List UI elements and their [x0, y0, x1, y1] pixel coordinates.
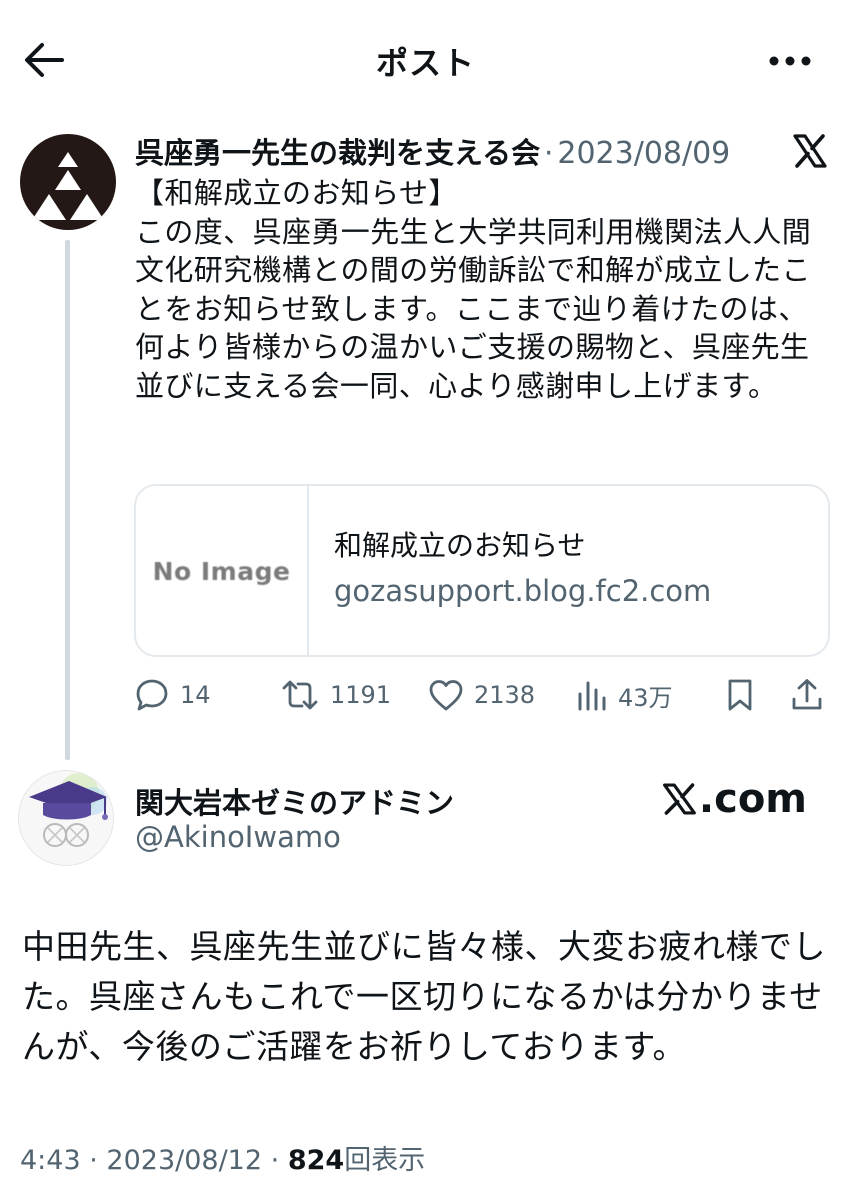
link-card[interactable]: No Image 和解成立のお知らせ gozasupport.blog.fc2.… [134, 484, 830, 657]
triangle-crest-icon [32, 152, 104, 220]
post-metadata: 4:43 · 2023/08/12 · 824回表示 [20, 1138, 425, 1177]
more-button[interactable] [766, 46, 814, 76]
reply-text: 中田先生、呉座先生並びに皆々様、大変お疲れ様でした。呉座さんもこれで一区切りにな… [22, 927, 826, 1066]
reply-author-handle[interactable]: @AkinoIwamo [135, 820, 341, 854]
repost-icon [282, 680, 318, 710]
view-label: 回表示 [344, 1145, 426, 1176]
like-count: 2138 [474, 681, 536, 709]
post-date[interactable]: 2023/08/12 [106, 1145, 262, 1176]
link-card-thumbnail: No Image [136, 486, 309, 655]
post-date[interactable]: 2023/08/09 [557, 136, 730, 171]
bookmark-button[interactable] [726, 672, 754, 718]
view-count: 43万 [618, 683, 673, 712]
like-button[interactable]: 2138 [428, 672, 535, 718]
avatar[interactable] [20, 134, 116, 230]
share-icon [792, 679, 822, 710]
x-logo-icon [663, 783, 696, 815]
link-card-title: 和解成立のお知らせ [334, 529, 586, 562]
bar-chart-icon [578, 681, 606, 711]
page-title: ポスト [375, 44, 475, 82]
reply-bubble-icon [136, 679, 168, 711]
post-time[interactable]: 4:43 [20, 1145, 81, 1176]
x-com-logo: .com [662, 776, 807, 822]
view-count: 824 [287, 1145, 345, 1176]
x-logo-icon [792, 133, 828, 169]
repost-button[interactable]: 1191 [280, 672, 391, 718]
x-com-label: .com [698, 776, 807, 822]
graduation-cap-logo-icon [19, 771, 113, 865]
repost-count: 1191 [330, 681, 392, 709]
share-button[interactable] [790, 672, 824, 718]
link-card-domain: gozasupport.blog.fc2.com [334, 574, 712, 608]
top-bar: ポスト [0, 0, 851, 120]
reply-button[interactable]: 14 [134, 672, 211, 718]
more-horizontal-icon [769, 56, 811, 66]
post-header: 呉座勇一先生の裁判を支える会 · 2023/08/09 [135, 130, 730, 174]
reply-count: 14 [180, 681, 211, 709]
avatar[interactable] [18, 770, 114, 866]
reply-author-name[interactable]: 関大岩本ゼミのアドミン [135, 780, 454, 822]
views-button[interactable]: 43万 [576, 672, 673, 718]
author-name[interactable]: 呉座勇一先生の裁判を支える会 [135, 136, 540, 170]
thread-line [65, 240, 70, 760]
heart-icon [429, 680, 463, 711]
bookmark-icon [728, 679, 752, 711]
action-bar: 14 1191 2138 43万 [134, 672, 834, 718]
separator: · [89, 1145, 98, 1176]
separator: · [270, 1145, 280, 1176]
separator: · [544, 136, 554, 170]
post-text: 【和解成立のお知らせ】 この度、呉座勇一先生と大学共同利用機関法人人間文化研究機… [135, 176, 812, 403]
no-image-placeholder: No Image [152, 557, 291, 586]
